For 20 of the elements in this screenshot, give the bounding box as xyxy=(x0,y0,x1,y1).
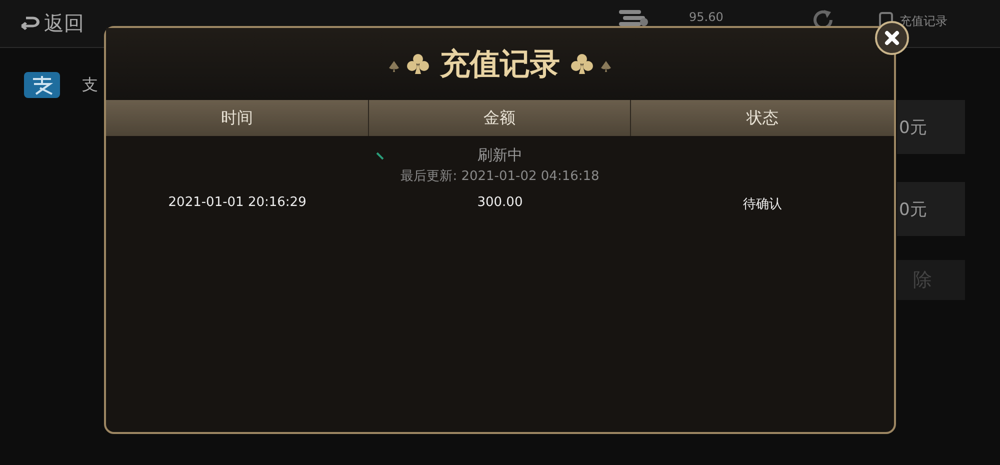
suit-symbols-icon xyxy=(568,53,612,75)
payment-method-label[interactable]: 支 xyxy=(82,74,98,96)
column-header: 状态 xyxy=(745,106,780,128)
back-button[interactable]: 返回 xyxy=(18,10,84,37)
suit-symbols-icon xyxy=(388,53,432,75)
payment-logo-icon xyxy=(24,72,60,98)
loading-text: 刷新中 xyxy=(478,146,522,165)
coin-stack-icon xyxy=(619,10,649,26)
last-update-text: 最后更新: 2021-01-02 04:16:18 xyxy=(400,168,600,185)
balance-amount: 95.60 xyxy=(689,10,724,24)
amount-button[interactable]: 0元 xyxy=(897,182,965,236)
close-icon xyxy=(884,30,900,46)
dialog-title: 充值记录 xyxy=(440,46,560,84)
loading-spinner-icon xyxy=(376,152,384,160)
column-header: 金额 xyxy=(368,100,632,136)
amount-button[interactable]: 0元 xyxy=(897,100,965,154)
table-cell-text: 2021-01-01 20:16:29 xyxy=(167,195,308,212)
column-header: 时间 xyxy=(106,100,369,136)
table-cell-text: 待确认 xyxy=(742,196,784,213)
table-cell-text: 300.00 xyxy=(476,195,524,212)
